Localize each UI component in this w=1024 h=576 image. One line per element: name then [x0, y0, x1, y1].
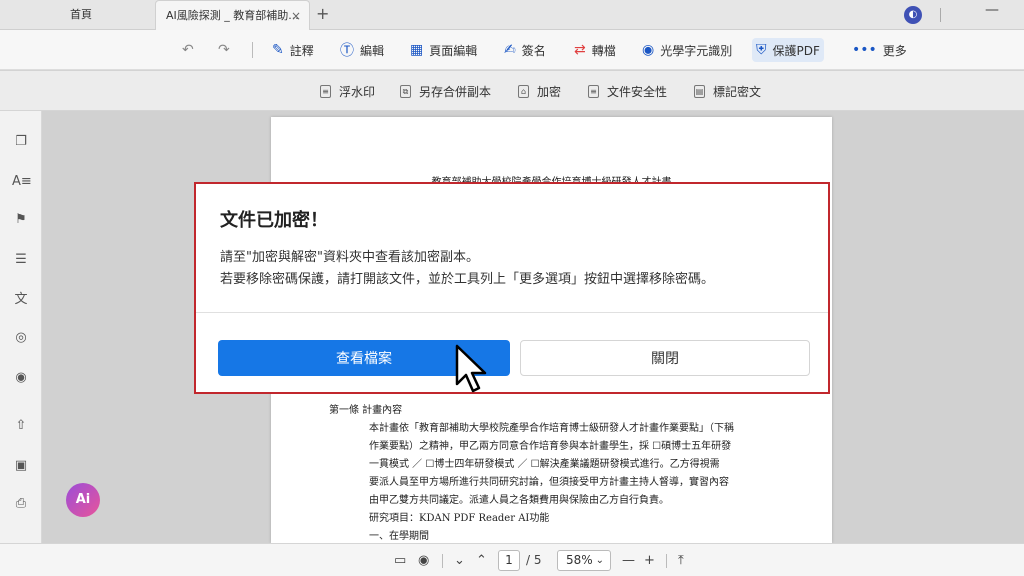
mouse-cursor-icon: [455, 344, 487, 393]
left-sidebar: ❐ A≡ ⚑ ☰ 文 ◎ ◉ ⇧ ▣ ⎙: [0, 111, 42, 543]
share-icon[interactable]: ⇧: [12, 417, 30, 435]
account-icon[interactable]: ◐: [904, 6, 922, 24]
chevron-down-icon: ⌄: [595, 555, 604, 566]
more-button[interactable]: ••• 更多: [852, 38, 907, 62]
fit-page-icon[interactable]: ⤒: [678, 553, 684, 568]
sign-button[interactable]: ✍ 簽名: [504, 38, 546, 62]
doc-line: 一、在學期間: [369, 531, 429, 542]
page-number-input[interactable]: 1: [498, 550, 520, 571]
divider: [666, 554, 667, 568]
ocr-side-icon[interactable]: ◎: [12, 329, 30, 347]
close-dialog-button[interactable]: 關閉: [520, 340, 810, 376]
view-mode-icon[interactable]: ▭: [394, 553, 406, 568]
annotate-label: 註釋: [289, 43, 314, 58]
edit-button[interactable]: Ⓣ 編輯: [340, 38, 384, 62]
encrypted-dialog: 文件已加密！ 請至"加密與解密"資料夾中查看該加密副本。 若要移除密碼保護，請打…: [194, 182, 830, 394]
pages-icon[interactable]: ❐: [12, 133, 30, 151]
print-icon[interactable]: ⎙: [12, 495, 30, 513]
translate-icon[interactable]: 文: [12, 291, 30, 309]
page-edit-button[interactable]: ▦ 頁面編輯: [410, 38, 477, 62]
doc-line: 作業要點）之精神，甲乙兩方同意合作培育參與本計畫學生，採 ☐碩博士五年研發: [369, 441, 732, 452]
shield-icon: ⛨: [756, 42, 767, 58]
divider: [196, 312, 828, 313]
convert-button[interactable]: ⇄ 轉檔: [574, 38, 616, 62]
annotate-button[interactable]: ✎ 註釋: [272, 38, 314, 62]
zoom-out-icon[interactable]: —: [622, 553, 635, 568]
bottom-bar: ▭ ◉ ⌄ ⌃ 1 / 5 58% ⌄ — + ⤒: [0, 543, 1024, 576]
document-icon: ≡: [588, 85, 599, 98]
ai-eye-icon[interactable]: ◉: [12, 369, 30, 387]
zoom-value: 58%: [566, 553, 593, 567]
redact-button[interactable]: ▤ 標記密文: [694, 83, 761, 100]
encrypt-label: 加密: [537, 85, 562, 99]
save-icon[interactable]: ▣: [12, 457, 30, 475]
divider: [442, 554, 443, 568]
doc-line: 本計畫依「教育部補助大學校院產學合作培育博士級研發人才計畫作業要點」（下稱: [369, 423, 734, 434]
undo-icon: ↶: [182, 42, 194, 58]
chevron-down-icon[interactable]: ⌄: [454, 553, 465, 568]
chevron-up-icon[interactable]: ⌃: [476, 553, 487, 568]
watermark-icon: ≡: [320, 85, 331, 98]
doc-line: 第一條 計畫內容: [329, 405, 403, 416]
divider: [940, 8, 941, 22]
save-merged-copy-button[interactable]: ⧉ 另存合併副本: [400, 83, 491, 100]
copy-icon: ⧉: [400, 85, 411, 98]
pen-icon: ✎: [272, 42, 284, 58]
tab-document[interactable]: AI風險探測 _ 教育部補助... ×: [155, 0, 310, 30]
list-icon[interactable]: ☰: [12, 251, 30, 269]
divider: [252, 42, 253, 58]
close-tab-icon[interactable]: ×: [291, 1, 301, 31]
doc-line: 研究項目：KDAN PDF Reader AI功能: [369, 513, 550, 524]
save-merged-copy-label: 另存合併副本: [419, 85, 492, 99]
text-edit-icon: Ⓣ: [340, 43, 354, 59]
redact-icon: ▤: [694, 85, 705, 98]
redact-label: 標記密文: [713, 85, 762, 99]
doc-line: 一貫模式 ／ ☐博士四年研發模式 ／ ☐解決產業議題研發模式進行。乙方得視需: [369, 459, 720, 470]
zoom-select[interactable]: 58% ⌄: [557, 550, 611, 571]
redo-button[interactable]: ↷: [218, 38, 236, 62]
bookmark-icon[interactable]: ⚑: [12, 211, 30, 229]
page-edit-label: 頁面編輯: [429, 43, 478, 58]
ocr-icon: ◉: [642, 42, 655, 58]
protect-subtoolbar: ≡ 浮水印 ⧉ 另存合併副本 ⌂ 加密 ≡ 文件安全性 ▤ 標記密文: [0, 71, 1024, 111]
dialog-message-line2: 若要移除密碼保護，請打開該文件，並於工具列上「更多選項」按鈕中選擇移除密碼。: [220, 272, 715, 287]
ocr-label: 光學字元識別: [660, 43, 733, 58]
redo-icon: ↷: [218, 42, 230, 58]
encrypt-button[interactable]: ⌂ 加密: [518, 83, 561, 100]
eye-icon[interactable]: ◉: [418, 553, 429, 568]
protect-pdf-button[interactable]: ⛨ 保護PDF: [752, 38, 824, 62]
convert-icon: ⇄: [574, 42, 586, 58]
more-dots-icon: •••: [852, 42, 877, 58]
doc-security-label: 文件安全性: [607, 85, 668, 99]
more-label: 更多: [882, 43, 907, 58]
convert-label: 轉檔: [591, 43, 616, 58]
doc-line: 由甲乙雙方共同議定。派遣人員之各類費用與保險由乙方自行負責。: [369, 495, 669, 506]
tab-bar: 首頁 AI風險探測 _ 教育部補助... × + ◐ —: [0, 0, 1024, 30]
tab-home-label: 首頁: [70, 8, 92, 21]
doc-line: 要派人員至甲方場所進行共同研究討論，但須接受甲方計畫主持人督導，實習內容: [369, 477, 729, 488]
total-pages: / 5: [526, 553, 542, 567]
dialog-message-line1: 請至"加密與解密"資料夾中查看該加密副本。: [220, 250, 479, 265]
sign-label: 簽名: [521, 43, 546, 58]
new-tab-icon[interactable]: +: [316, 4, 329, 23]
minimize-icon[interactable]: —: [985, 2, 999, 18]
undo-button[interactable]: ↶: [182, 38, 200, 62]
signature-icon: ✍: [504, 42, 516, 58]
lock-icon: ⌂: [518, 85, 529, 98]
text-format-icon[interactable]: A≡: [12, 173, 32, 191]
grid-icon: ▦: [410, 42, 424, 58]
doc-security-button[interactable]: ≡ 文件安全性: [588, 83, 667, 100]
watermark-label: 浮水印: [339, 85, 376, 99]
edit-label: 編輯: [360, 43, 385, 58]
ai-assistant-button[interactable]: Ai: [66, 483, 100, 517]
watermark-button[interactable]: ≡ 浮水印: [320, 83, 375, 100]
protect-pdf-label: 保護PDF: [772, 43, 820, 58]
ocr-button[interactable]: ◉ 光學字元識別: [642, 38, 732, 62]
dialog-title: 文件已加密！: [220, 210, 328, 231]
main-toolbar: ↶ ↷ ✎ 註釋 Ⓣ 編輯 ▦ 頁面編輯 ✍ 簽名 ⇄ 轉檔 ◉ 光學字元識別 ⛨ 保護PDF…: [0, 30, 1024, 70]
tab-document-label: AI風險探測 _ 教育部補助...: [166, 9, 299, 22]
tab-home[interactable]: 首頁: [70, 0, 150, 30]
zoom-in-icon[interactable]: +: [644, 553, 655, 568]
